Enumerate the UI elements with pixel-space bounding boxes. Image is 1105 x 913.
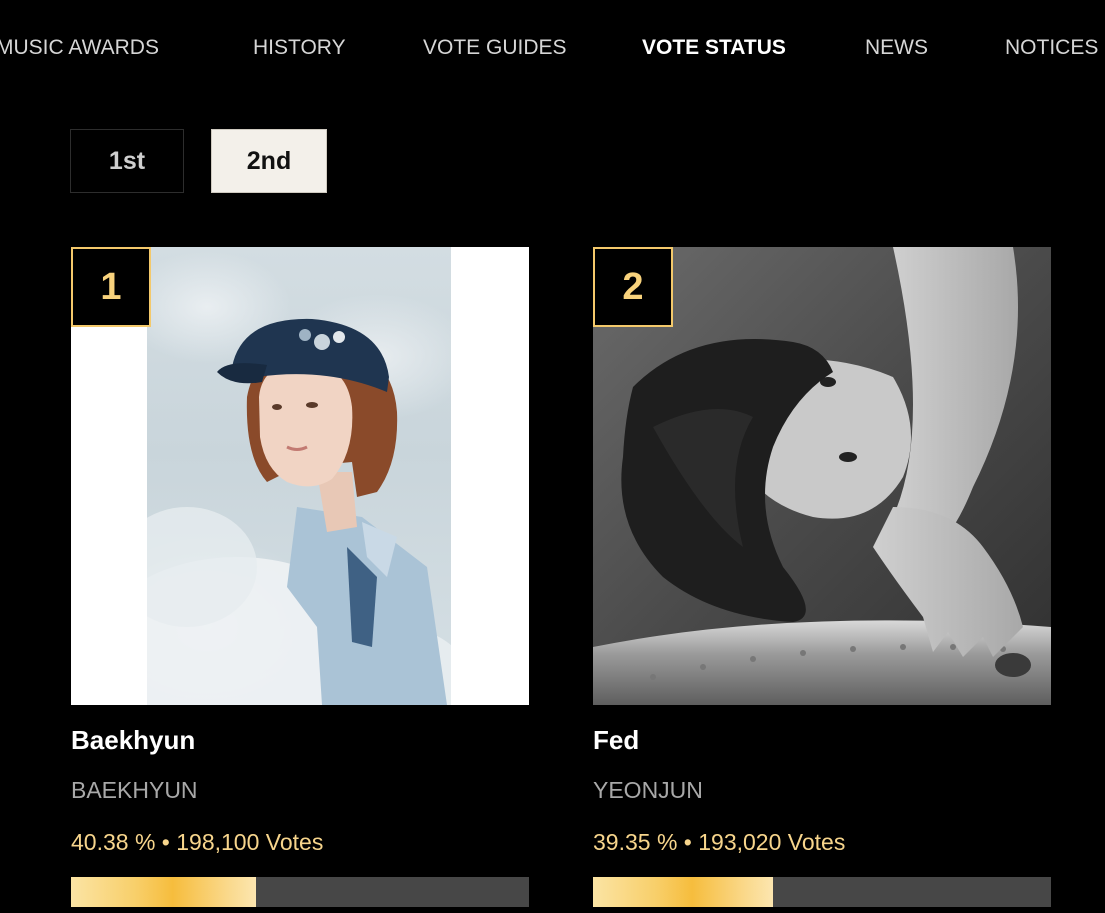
vote-percent: 39.35 % xyxy=(593,829,678,855)
nav-item-music-awards[interactable]: MUSIC AWARDS xyxy=(0,36,159,60)
vote-progress-bar xyxy=(71,877,529,907)
vote-card-1[interactable]: 1 Baekhyun BAEKHYUN 40.38 % • 198,100 Vo… xyxy=(71,247,529,907)
rank-badge: 2 xyxy=(593,247,673,327)
artist-name: YEONJUN xyxy=(593,777,703,803)
album-cover-image[interactable]: 1 xyxy=(71,247,529,705)
tab-round-1st[interactable]: 1st xyxy=(70,129,184,193)
vote-summary: 40.38 % • 198,100 Votes xyxy=(71,829,323,856)
rank-badge: 1 xyxy=(71,247,151,327)
nav-item-news[interactable]: NEWS xyxy=(865,36,928,60)
song-title: Fed xyxy=(593,725,640,755)
vote-count: 198,100 Votes xyxy=(176,829,324,855)
vote-summary: 39.35 % • 193,020 Votes xyxy=(593,829,845,856)
vote-separator: • xyxy=(161,829,170,855)
vote-card-2[interactable]: 2 Fed YEONJUN 39.35 % • 193,020 Votes xyxy=(593,247,1051,907)
vote-progress-fill xyxy=(593,877,774,907)
vote-progress-fill xyxy=(71,877,256,907)
vote-progress-bar xyxy=(593,877,1051,907)
vote-count: 193,020 Votes xyxy=(698,829,846,855)
song-title: Baekhyun xyxy=(71,725,196,755)
nav-item-history[interactable]: HISTORY xyxy=(253,36,346,60)
album-cover-image[interactable]: 2 xyxy=(593,247,1051,705)
artist-portrait-illustration xyxy=(97,318,467,705)
top-navigation: MUSIC AWARDS HISTORY VOTE GUIDES VOTE ST… xyxy=(0,0,1105,100)
artist-name: BAEKHYUN xyxy=(71,777,198,803)
tab-round-2nd[interactable]: 2nd xyxy=(211,129,327,193)
nav-item-vote-guides[interactable]: VOTE GUIDES xyxy=(423,36,567,60)
vote-separator: • xyxy=(683,829,692,855)
nav-item-vote-status[interactable]: VOTE STATUS xyxy=(642,36,786,60)
vote-percent: 40.38 % xyxy=(71,829,156,855)
nav-item-notices[interactable]: NOTICES xyxy=(1005,36,1098,60)
